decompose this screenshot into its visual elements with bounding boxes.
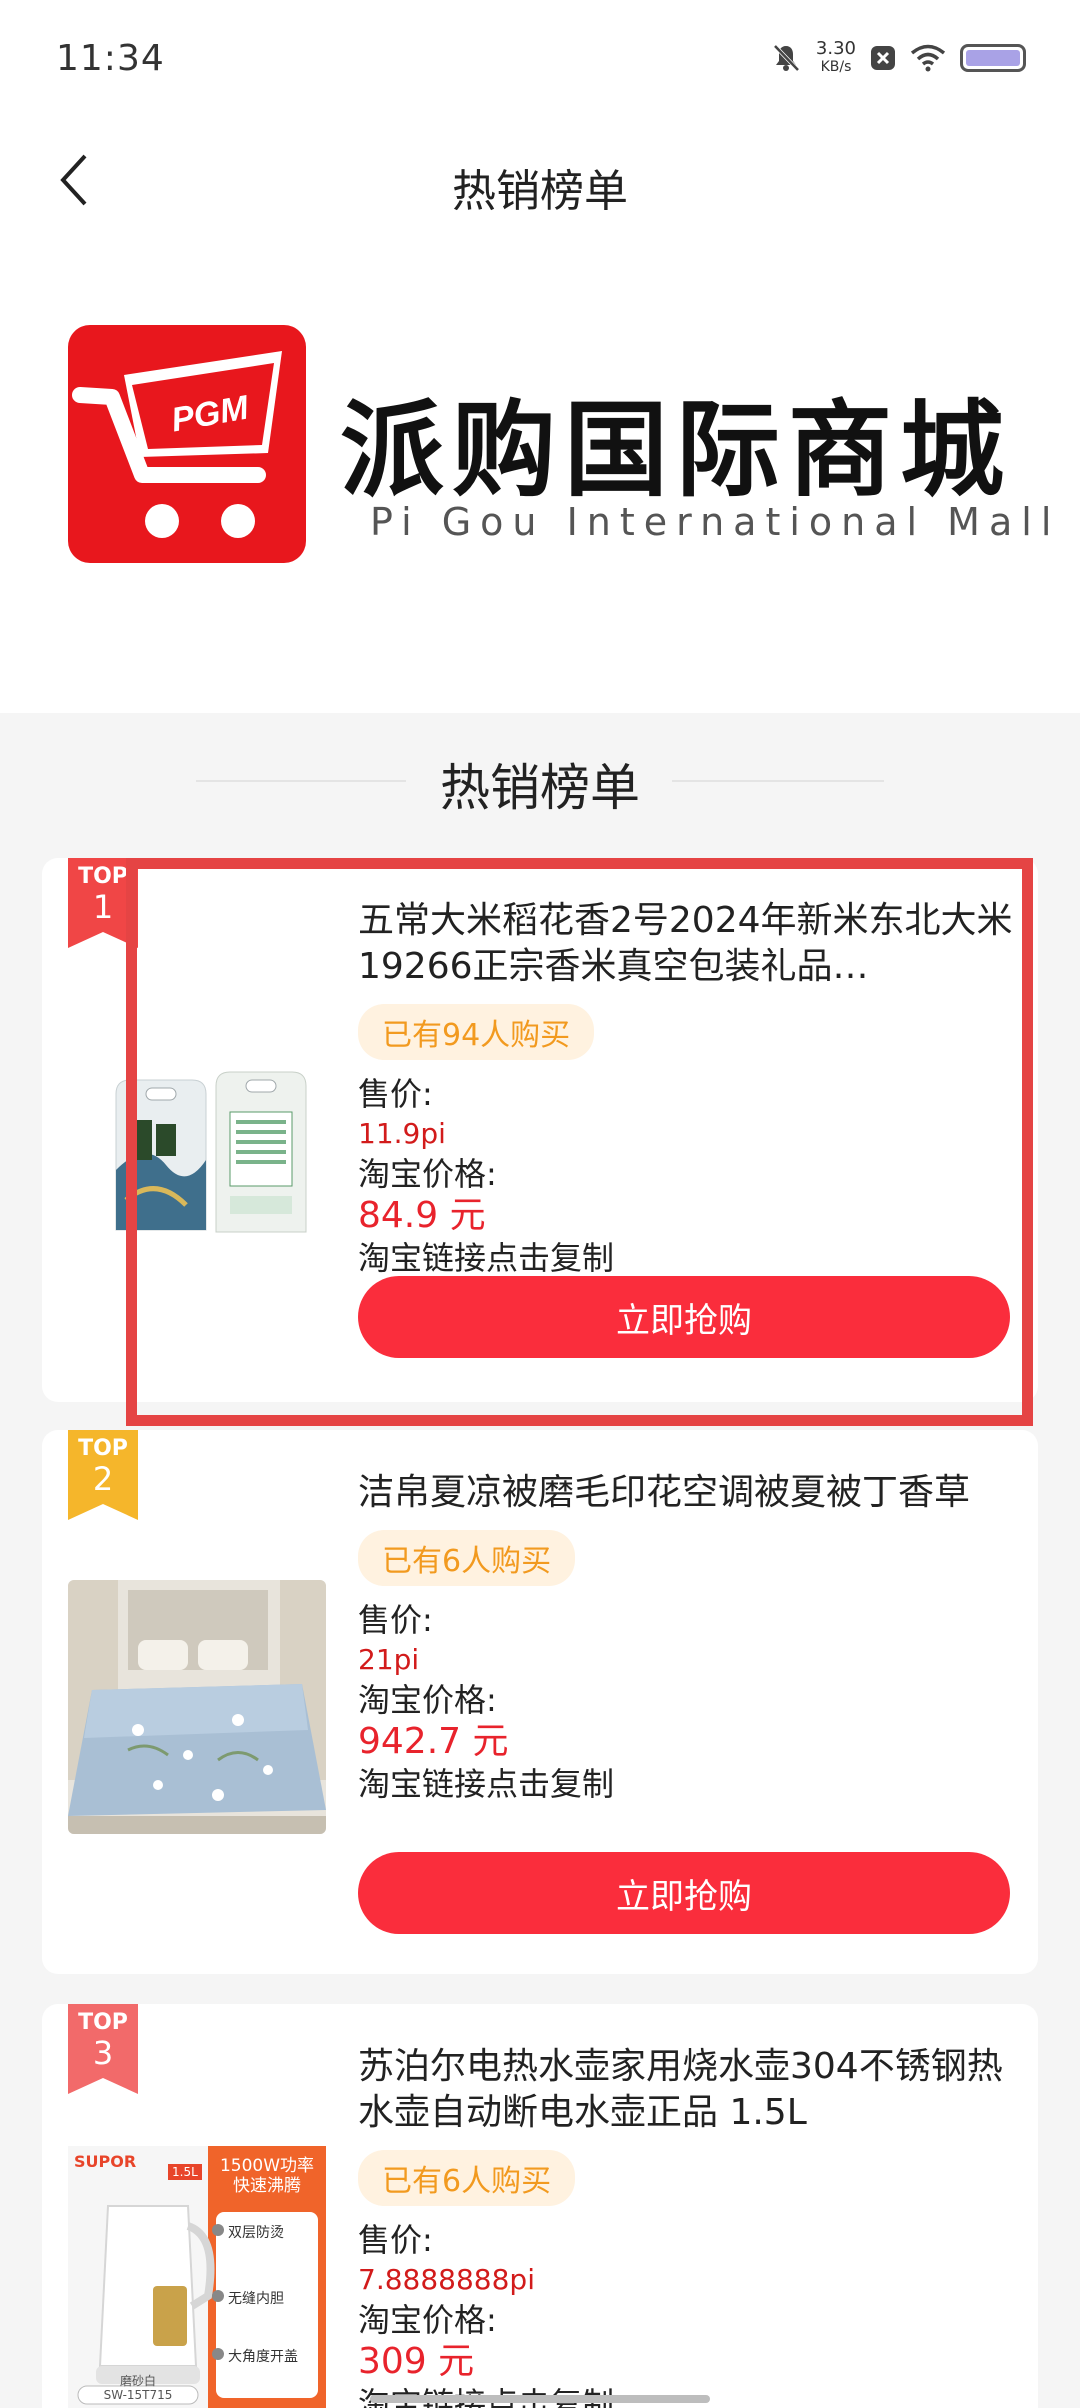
battery-icon xyxy=(960,44,1026,72)
net-speed-value: 3.30 xyxy=(815,38,856,59)
rank-number: 2 xyxy=(92,1460,114,1498)
kettle-feature-1: 双层防烫 xyxy=(228,2225,284,2241)
buy-now-button[interactable]: 立即抢购 xyxy=(358,1276,1010,1358)
product-card-2[interactable]: TOP 2 洁帛夏凉被磨毛印花空调被夏被丁香草 已有6人购买 售价: 21pi … xyxy=(42,1430,1038,1974)
rank-badge-2: TOP 2 xyxy=(68,1430,138,1520)
product-image-rice[interactable] xyxy=(68,1044,326,1298)
net-speed-unit: KB/s xyxy=(820,59,852,75)
sold-count-badge: 已有6人购买 xyxy=(358,2150,576,2206)
pgm-logo: PGM xyxy=(68,325,306,563)
status-time: 11:34 xyxy=(56,38,165,79)
notification-x-icon xyxy=(870,45,896,71)
rank-badge-3: TOP 3 xyxy=(68,2004,138,2094)
taobao-price-label: 淘宝价格: xyxy=(358,1155,497,1193)
product-image-kettle[interactable]: SUPOR 1500W功率 快速沸腾 双层防烫 无缝内胆 大角度开盖 1.5L … xyxy=(68,2146,326,2408)
pi-price: 21pi xyxy=(358,1643,420,1676)
pi-price: 11.9pi xyxy=(358,1117,446,1150)
rank-badge-1: TOP 1 xyxy=(68,858,138,948)
brand-banner: PGM 派购国际商城 Pi Gou International Mall xyxy=(0,235,1080,713)
price-label: 售价: xyxy=(358,1075,433,1113)
kettle-color-name: 磨砂白 xyxy=(119,2374,156,2388)
sold-count-badge: 已有94人购买 xyxy=(358,1004,595,1060)
brand-name-en: Pi Gou International Mall xyxy=(370,500,1061,544)
price-label: 售价: xyxy=(358,2221,433,2259)
rank-top-label: TOP xyxy=(78,2010,128,2035)
taobao-price-label: 淘宝价格: xyxy=(358,2301,497,2339)
kettle-capacity-tag: 1.5L xyxy=(168,2164,202,2180)
product-info-3: 苏泊尔电热水壶家用烧水壶304不锈钢热水壶自动断电水壶正品 1.5L 已有6人购… xyxy=(358,2044,1014,2408)
kettle-model: SW-15T715 xyxy=(103,2388,173,2402)
product-info-2: 洁帛夏凉被磨毛印花空调被夏被丁香草 已有6人购买 售价: 21pi 淘宝价格: … xyxy=(358,1470,1014,1804)
supor-brand: SUPOR xyxy=(74,2152,137,2171)
status-icons: 3.30 KB/s xyxy=(770,40,1026,76)
taobao-price-label: 淘宝价格: xyxy=(358,1681,497,1719)
pi-price: 7.8888888pi xyxy=(358,2263,535,2296)
product-card-1[interactable]: TOP 1 五常大米稻花香2号2024年新米东北大米19266正宗香米真空包装礼… xyxy=(42,858,1038,1402)
taobao-price: 309 元 xyxy=(358,2341,475,2382)
rank-number: 1 xyxy=(92,888,114,926)
product-title[interactable]: 五常大米稻花香2号2024年新米东北大米19266正宗香米真空包装礼品… xyxy=(358,898,1014,990)
taobao-link-copy[interactable]: 淘宝链接点击复制 xyxy=(358,1764,1014,1804)
rank-number: 3 xyxy=(92,2034,114,2072)
product-info-1: 五常大米稻花香2号2024年新米东北大米19266正宗香米真空包装礼品… 已有9… xyxy=(358,898,1014,1278)
taobao-price: 942.7 元 xyxy=(358,1721,509,1762)
wifi-icon xyxy=(910,44,946,72)
net-speed: 3.30 KB/s xyxy=(816,40,856,76)
kettle-feature-2: 无缝内胆 xyxy=(228,2291,284,2307)
kettle-speed-line1: 1500W功率 xyxy=(219,2156,315,2176)
section-header: 热销榜单 xyxy=(0,740,1080,820)
product-card-3[interactable]: TOP 3 SUPOR 1500W功率 快速沸腾 双层防烫 无缝内胆 大角度开盖… xyxy=(42,2004,1038,2408)
rank-top-label: TOP xyxy=(78,1436,128,1461)
section-title: 热销榜单 xyxy=(440,759,640,817)
sold-count-badge: 已有6人购买 xyxy=(358,1530,576,1586)
nav-header: 热销榜单 xyxy=(0,125,1080,235)
taobao-link-copy[interactable]: 淘宝链接点击复制 xyxy=(358,1238,1014,1278)
product-image-quilt[interactable] xyxy=(68,1580,326,1834)
product-title[interactable]: 苏泊尔电热水壶家用烧水壶304不锈钢热水壶自动断电水壶正品 1.5L xyxy=(358,2044,1014,2136)
page-title: 热销榜单 xyxy=(452,166,628,217)
kettle-feature-3: 大角度开盖 xyxy=(228,2349,298,2365)
rank-top-label: TOP xyxy=(78,864,128,889)
buy-now-button[interactable]: 立即抢购 xyxy=(358,1852,1010,1934)
home-indicator[interactable] xyxy=(370,2395,710,2403)
mute-bell-icon xyxy=(770,42,802,74)
brand-name-cn: 派购国际商城 xyxy=(340,389,1013,511)
status-bar: 11:34 3.30 KB/s xyxy=(0,0,1080,125)
kettle-speed-line2: 快速沸腾 xyxy=(233,2176,301,2196)
taobao-price: 84.9 元 xyxy=(358,1195,486,1236)
price-label: 售价: xyxy=(358,1601,433,1639)
product-title[interactable]: 洁帛夏凉被磨毛印花空调被夏被丁香草 xyxy=(358,1470,1014,1516)
